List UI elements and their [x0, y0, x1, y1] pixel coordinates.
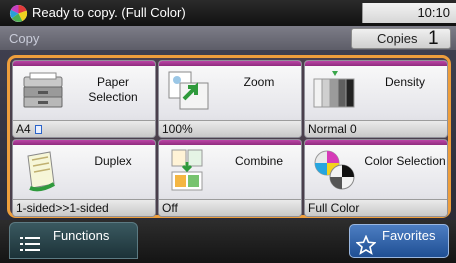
favorites-label: Favorites: [382, 228, 436, 243]
paper-selection-value: A4: [13, 120, 155, 137]
combine-label: Combine: [234, 154, 284, 168]
density-icon: [313, 71, 355, 108]
main-area: Paper Selection A4 Zoom 100% Density Nor…: [0, 50, 456, 220]
duplex-value: 1-sided>>1-sided: [13, 199, 155, 216]
star-icon: [356, 235, 376, 255]
function-grid: Paper Selection A4 Zoom 100% Density Nor…: [7, 55, 451, 218]
mode-label: Copy: [9, 31, 40, 46]
zoom-icon: [168, 71, 209, 110]
list-icon: [20, 237, 40, 251]
duplex-label: Duplex: [94, 154, 132, 168]
color-selection-label: Color Selection: [364, 154, 446, 168]
status-bar: Ready to copy. (Full Color) 10:10: [0, 0, 456, 26]
paper-selection-tile[interactable]: Paper Selection A4: [12, 60, 156, 138]
paper-selection-label: Paper Selection: [88, 75, 138, 104]
color-selection-icon: [314, 150, 355, 190]
color-selection-value: Full Color: [305, 199, 447, 216]
copy-screen: Ready to copy. (Full Color) 10:10 Copy C…: [0, 0, 456, 263]
color-selection-tile[interactable]: Color Selection Full Color: [304, 139, 448, 217]
favorites-button[interactable]: Favorites: [349, 224, 449, 258]
duplex-tile[interactable]: Duplex 1-sided>>1-sided: [12, 139, 156, 217]
functions-label: Functions: [53, 228, 110, 243]
density-value: Normal 0: [305, 120, 447, 137]
zoom-value: 100%: [159, 120, 301, 137]
duplex-icon: [27, 151, 55, 192]
combine-value: Off: [159, 199, 301, 216]
combine-tile[interactable]: Combine Off: [158, 139, 302, 217]
copies-button[interactable]: Copies 1: [351, 28, 451, 49]
combine-icon: [171, 149, 203, 191]
paper-selection-value-text: A4: [16, 122, 31, 136]
zoom-tile[interactable]: Zoom 100%: [158, 60, 302, 138]
functions-button[interactable]: Functions: [9, 222, 138, 259]
mode-bar: Copy Copies 1: [0, 26, 456, 50]
bottom-bar: Functions Favorites: [0, 220, 456, 263]
copies-value: 1: [428, 28, 439, 49]
status-message: Ready to copy. (Full Color): [32, 5, 186, 20]
clock: 10:10: [362, 3, 456, 23]
density-tile[interactable]: Density Normal 0: [304, 60, 448, 138]
zoom-label: Zoom: [243, 75, 275, 89]
copies-label: Copies: [377, 31, 418, 46]
density-label: Density: [384, 75, 425, 89]
paper-tray-icon: [23, 72, 63, 108]
status-ready-icon: [9, 4, 28, 23]
paper-orientation-icon: [34, 125, 42, 134]
